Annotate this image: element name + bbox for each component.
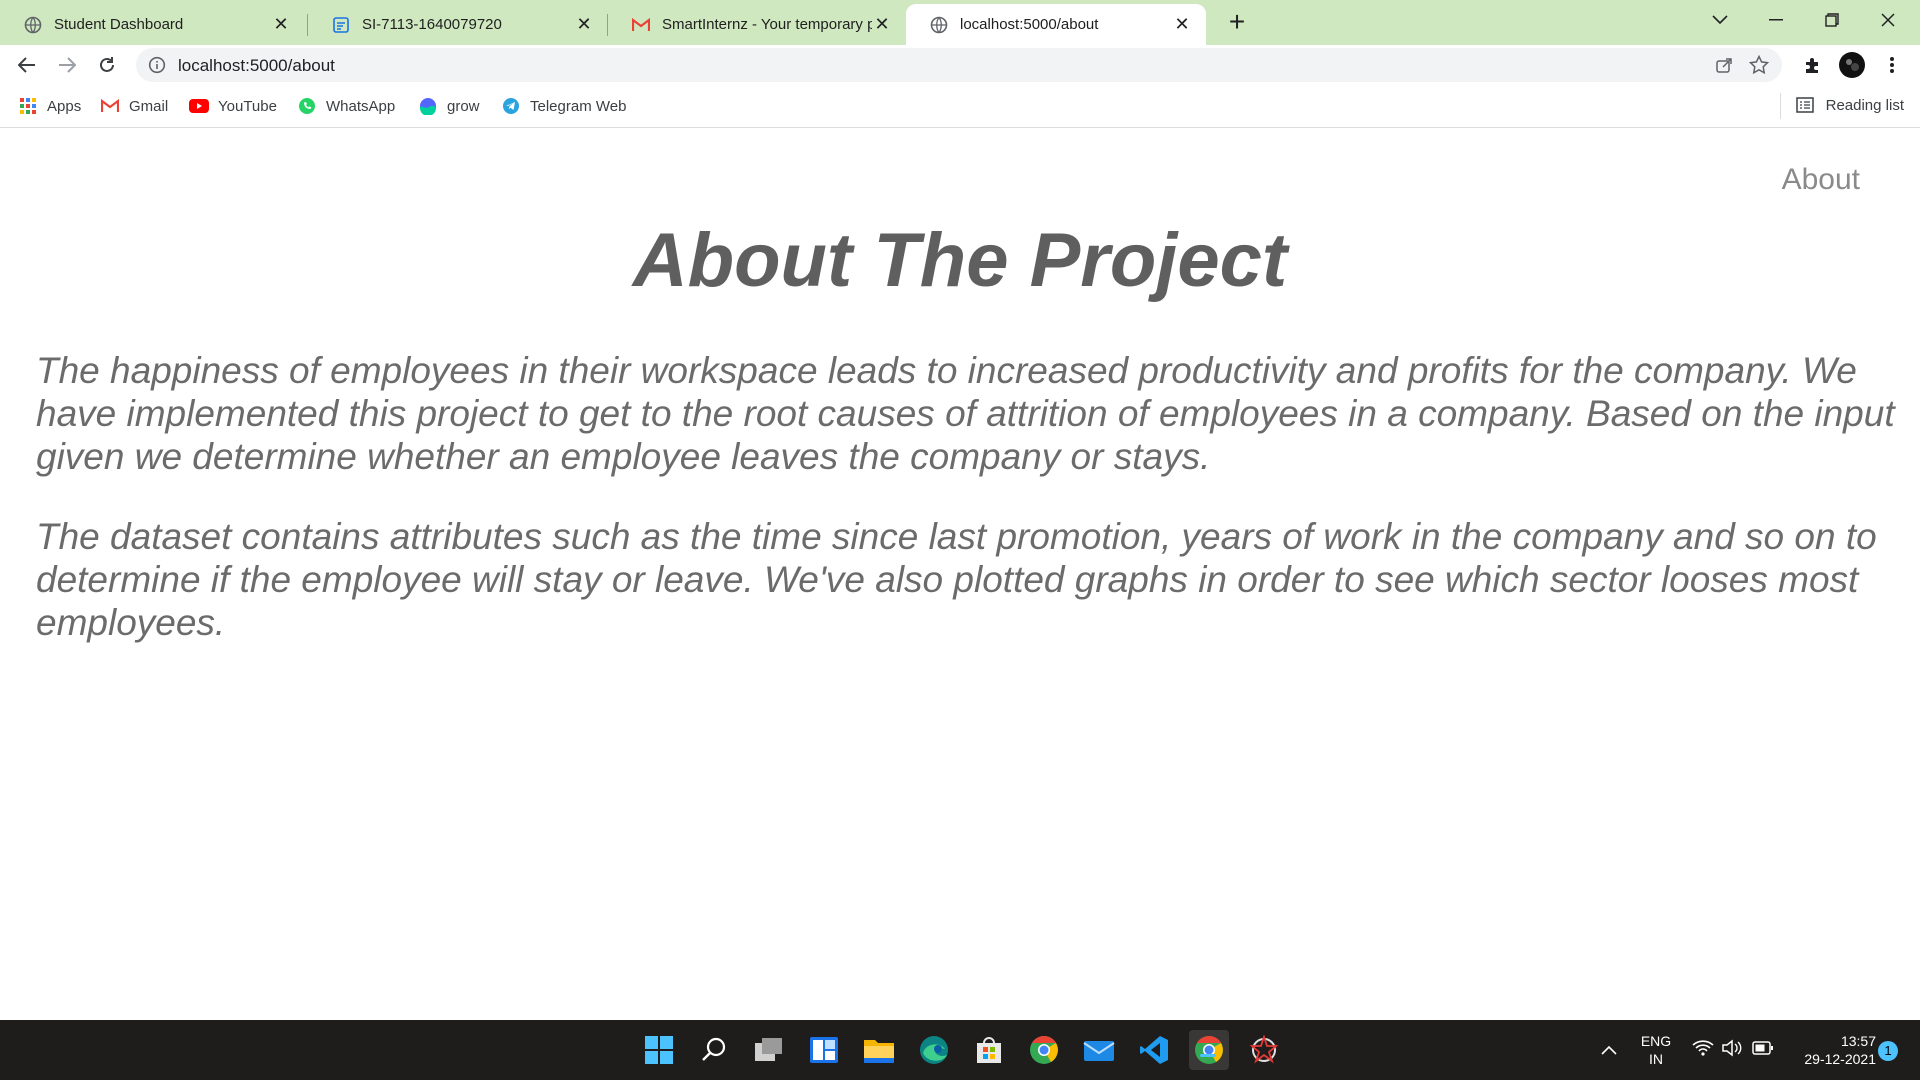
bookmark-gmail[interactable]: Gmail	[100, 95, 168, 117]
close-icon[interactable]: ✕	[1172, 14, 1192, 35]
widgets-icon[interactable]	[804, 1030, 844, 1070]
bookmark-youtube[interactable]: YouTube	[189, 95, 277, 117]
chrome-icon[interactable]	[1024, 1030, 1064, 1070]
mail-icon[interactable]	[1079, 1030, 1119, 1070]
about-paragraph-2: The dataset contains attributes such as …	[36, 516, 1877, 643]
menu-kebab-icon[interactable]	[1876, 49, 1908, 81]
bookmark-label: grow	[447, 97, 480, 115]
telegram-icon	[501, 96, 521, 116]
notification-badge[interactable]: 1	[1878, 1041, 1898, 1061]
tab-strip: Student Dashboard ✕ SI-7113-1640079720 ✕…	[0, 0, 1920, 45]
bookmark-label: WhatsApp	[326, 97, 396, 115]
edge-icon[interactable]	[914, 1030, 954, 1070]
whatsapp-icon	[297, 96, 317, 116]
info-icon[interactable]	[148, 56, 166, 74]
app-icon[interactable]	[1244, 1030, 1284, 1070]
task-view-icon[interactable]	[749, 1030, 789, 1070]
globe-icon	[930, 16, 948, 34]
bookmark-label: YouTube	[218, 97, 277, 115]
reading-list-label: Reading list	[1825, 96, 1904, 114]
bookmark-label: Apps	[47, 97, 82, 115]
bookmark-grow[interactable]: grow	[418, 95, 480, 117]
wifi-icon[interactable]	[1692, 1039, 1714, 1061]
new-tab-button[interactable]: +	[1220, 6, 1254, 40]
tab-smartinternz[interactable]: SmartInternz - Your temporary p ✕	[608, 4, 906, 45]
reload-icon[interactable]	[91, 49, 123, 81]
bookmark-star-icon[interactable]	[1747, 53, 1771, 77]
volume-icon[interactable]	[1721, 1039, 1743, 1061]
active-app-indicator	[1200, 1054, 1216, 1057]
nav-link-about[interactable]: About	[1782, 163, 1860, 197]
extensions-puzzle-icon[interactable]	[1796, 49, 1828, 81]
about-paragraph-1: The happiness of employees in their work…	[36, 350, 1895, 477]
form-icon	[332, 16, 350, 34]
close-icon[interactable]: ✕	[872, 14, 892, 35]
grow-icon	[418, 96, 438, 116]
clock[interactable]: 13:57 29-12-2021	[1786, 1032, 1876, 1068]
battery-icon[interactable]	[1752, 1040, 1774, 1060]
tab-label: SI-7113-1640079720	[362, 16, 502, 33]
back-arrow-icon[interactable]	[11, 49, 43, 81]
language-secondary: IN	[1649, 1051, 1663, 1067]
bookmarks-bar: Apps Gmail YouTube WhatsApp grow Telegra…	[0, 85, 1920, 128]
browser-window: Student Dashboard ✕ SI-7113-1640079720 ✕…	[0, 0, 1920, 1020]
tab-form[interactable]: SI-7113-1640079720 ✕	[308, 4, 608, 45]
restore-button[interactable]	[1804, 0, 1860, 40]
close-window-button[interactable]	[1860, 0, 1916, 40]
apps-grid-icon	[18, 96, 38, 116]
tab-label: SmartInternz - Your temporary p	[662, 16, 872, 33]
gmail-icon	[100, 96, 120, 116]
share-icon[interactable]	[1712, 53, 1736, 77]
url-text: localhost:5000/about	[178, 56, 335, 75]
search-icon[interactable]	[694, 1030, 734, 1070]
youtube-icon	[189, 96, 209, 116]
reading-list-button[interactable]: Reading list	[1795, 95, 1904, 115]
forward-arrow-icon[interactable]	[51, 49, 83, 81]
bookmark-apps[interactable]: Apps	[18, 95, 81, 117]
file-explorer-icon[interactable]	[859, 1030, 899, 1070]
windows-start-icon[interactable]	[639, 1030, 679, 1070]
page-content: About About The Project The happiness of…	[0, 129, 1920, 1020]
chevron-down-icon[interactable]	[1692, 0, 1748, 40]
clock-time: 13:57	[1840, 1033, 1876, 1049]
profile-avatar-icon[interactable]	[1836, 49, 1868, 81]
bookmark-label: Telegram Web	[530, 97, 627, 115]
store-icon[interactable]	[969, 1030, 1009, 1070]
gmail-icon	[632, 16, 650, 34]
chrome-icon[interactable]	[1189, 1030, 1229, 1070]
reading-list-icon	[1795, 95, 1816, 115]
minimize-button[interactable]	[1748, 0, 1804, 40]
bookmark-label: Gmail	[129, 97, 169, 115]
bookmark-telegram[interactable]: Telegram Web	[501, 95, 626, 117]
chevron-up-icon[interactable]	[1601, 1041, 1617, 1059]
vscode-icon[interactable]	[1134, 1030, 1174, 1070]
address-bar[interactable]: localhost:5000/about	[136, 48, 1782, 82]
tab-student-dashboard[interactable]: Student Dashboard ✕	[0, 4, 305, 45]
language-primary: ENG	[1640, 1033, 1672, 1049]
close-icon[interactable]: ✕	[271, 14, 291, 35]
tab-label: Student Dashboard	[54, 16, 184, 33]
language-indicator[interactable]: ENG IN	[1638, 1032, 1674, 1068]
globe-icon	[24, 16, 42, 34]
tab-localhost-about[interactable]: localhost:5000/about ✕	[906, 4, 1206, 45]
page-title: About The Project	[632, 218, 1288, 303]
tab-label: localhost:5000/about	[960, 16, 1099, 33]
close-icon[interactable]: ✕	[574, 14, 594, 35]
browser-toolbar: localhost:5000/about	[0, 45, 1920, 85]
bookmark-whatsapp[interactable]: WhatsApp	[297, 95, 395, 117]
clock-date: 29-12-2021	[1804, 1051, 1876, 1067]
windows-taskbar: ENG IN 13:57 29-12-2021 1	[0, 1020, 1920, 1080]
